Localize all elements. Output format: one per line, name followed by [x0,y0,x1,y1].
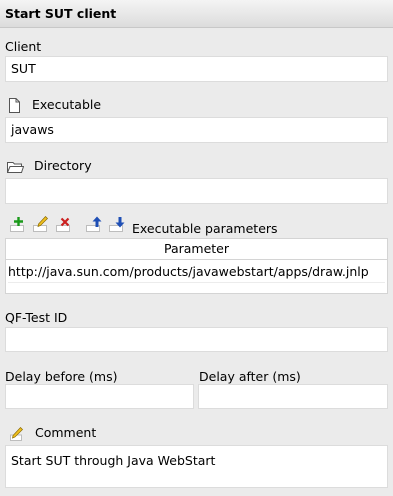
parameters-table[interactable]: Parameter http://java.sun.com/products/j… [5,238,388,294]
parameter-column-header[interactable]: Parameter [6,239,387,260]
node-header: Start SUT client [0,0,393,28]
table-row[interactable]: http://java.sun.com/products/javawebstar… [8,262,385,283]
parameters-label: Executable parameters [132,221,278,236]
move-up-icon [92,216,102,227]
directory-label: Directory [33,158,92,173]
delete-row-icon [60,217,70,227]
directory-label-row: Directory [7,158,92,174]
executable-field[interactable]: javaws [5,117,388,143]
delay-before-label: Delay before (ms) [5,369,118,384]
edit-row-button[interactable] [31,216,51,232]
delete-row-button[interactable] [54,216,74,232]
comment-label: Comment [34,425,97,440]
move-up-button[interactable] [84,216,104,232]
client-field[interactable]: SUT [5,56,388,82]
node-title: Start SUT client [5,6,117,21]
executable-label: Executable [31,97,102,112]
client-label: Client [5,39,42,54]
executable-label-row: Executable [8,97,101,113]
comment-label-row: Comment [10,425,96,441]
qftest-id-field[interactable] [5,327,388,352]
edit-row-icon [37,216,48,228]
comment-textarea[interactable]: Start SUT through Java WebStart [5,445,388,488]
delay-after-label: Delay after (ms) [199,369,301,384]
file-icon[interactable] [8,98,21,113]
qftest-id-label: QF-Test ID [5,310,68,325]
directory-field[interactable] [5,178,388,204]
add-row-button[interactable] [8,216,28,232]
folder-icon[interactable] [7,160,24,174]
move-down-icon [115,217,125,228]
delay-after-field[interactable] [198,384,388,409]
move-down-button[interactable] [107,216,127,232]
delay-before-field[interactable] [5,384,194,409]
pencil-icon [10,426,23,441]
add-row-icon [14,217,23,226]
